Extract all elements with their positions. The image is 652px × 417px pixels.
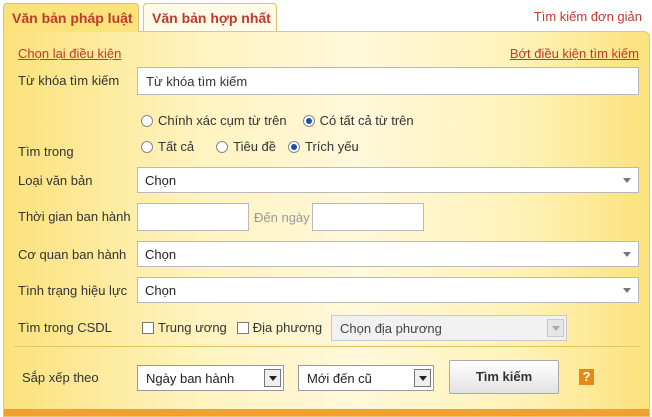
doc-type-value: Chọn: [145, 173, 177, 188]
sort-label: Sắp xếp theo: [22, 370, 99, 385]
search-button[interactable]: Tìm kiếm: [449, 360, 559, 394]
issue-date-from-input[interactable]: [137, 203, 249, 231]
search-in-summary-option[interactable]: Trích yếu: [288, 139, 359, 154]
search-in-title-option[interactable]: Tiêu đề: [216, 139, 276, 154]
bottom-bar: [4, 409, 649, 416]
search-in-summary-radio[interactable]: [288, 140, 301, 153]
database-local-label: Địa phương: [252, 320, 323, 335]
database-label: Tìm trong CSDL: [18, 320, 112, 335]
database-central-label: Trung ương: [158, 320, 227, 335]
search-in-title-radio[interactable]: [216, 140, 229, 153]
search-in-all-option[interactable]: Tất cả: [141, 139, 194, 154]
reset-conditions-link[interactable]: Chọn lại điều kiện: [18, 46, 121, 61]
database-central-option[interactable]: Trung ương: [142, 320, 227, 335]
tab-legal-documents[interactable]: Văn bản pháp luật: [3, 3, 139, 32]
search-in-all-radio[interactable]: [141, 140, 153, 153]
match-exact-option[interactable]: Chính xác cụm từ trên: [141, 113, 287, 128]
tab-consolidated-documents-label: Văn bản hợp nhất: [152, 10, 271, 26]
search-in-all-label: Tất cả: [158, 139, 195, 154]
search-in-group: Tất cả Tiêu đề Trích yếu: [141, 139, 371, 154]
advanced-search-panel: Chọn lại điều kiện Bớt điều kiện tìm kiế…: [3, 31, 650, 417]
sort-order-value: Mới đến cũ: [307, 371, 372, 386]
match-exact-radio[interactable]: [141, 114, 153, 127]
issue-date-to-placeholder: Đến ngày: [254, 210, 310, 225]
issuing-agency-select[interactable]: Chọn: [137, 241, 639, 267]
issue-date-to-input[interactable]: [312, 203, 424, 231]
match-all-radio[interactable]: [302, 114, 315, 127]
chevron-down-icon: [623, 252, 631, 257]
chevron-down-icon: [264, 369, 281, 387]
keyword-label: Từ khóa tìm kiếm: [18, 73, 120, 88]
help-icon[interactable]: ?: [579, 369, 594, 385]
status-label: Tình trạng hiệu lực: [18, 283, 128, 298]
chevron-down-icon: [414, 369, 431, 387]
keyword-input[interactable]: Từ khóa tìm kiếm: [137, 67, 639, 95]
tab-legal-documents-label: Văn bản pháp luật: [12, 10, 133, 26]
sort-field-select[interactable]: Ngày ban hành: [137, 365, 284, 391]
chevron-down-icon: [547, 319, 564, 337]
database-group: Trung ương Địa phương: [142, 320, 334, 335]
search-in-title-label: Tiêu đề: [233, 139, 277, 154]
match-mode-group: Chính xác cụm từ trên Có tất cả từ trên: [141, 113, 426, 128]
sort-field-value: Ngày ban hành: [146, 371, 235, 386]
chevron-down-icon: [623, 288, 631, 293]
sort-order-select[interactable]: Mới đến cũ: [298, 365, 434, 391]
issuing-agency-value: Chọn: [145, 247, 177, 262]
divider: [14, 346, 639, 347]
database-central-checkbox[interactable]: [142, 321, 154, 334]
status-value: Chọn: [145, 283, 177, 298]
keyword-input-placeholder: Từ khóa tìm kiếm: [146, 74, 248, 89]
doc-type-label: Loại văn bản: [18, 173, 93, 188]
issue-date-label: Thời gian ban hành: [18, 209, 131, 224]
search-in-label: Tìm trong: [18, 144, 74, 159]
local-area-value: Chọn địa phương: [340, 321, 442, 336]
match-all-label: Có tất cả từ trên: [319, 113, 414, 128]
tab-consolidated-documents[interactable]: Văn bản hợp nhất: [143, 3, 277, 31]
database-local-option[interactable]: Địa phương: [236, 320, 323, 335]
search-in-summary-label: Trích yếu: [305, 139, 359, 154]
local-area-select[interactable]: Chọn địa phương: [331, 315, 567, 341]
match-all-option[interactable]: Có tất cả từ trên: [302, 113, 414, 128]
doc-type-select[interactable]: Chọn: [137, 167, 639, 193]
chevron-down-icon: [623, 178, 631, 183]
status-select[interactable]: Chọn: [137, 277, 639, 303]
simple-search-link[interactable]: Tìm kiếm đơn giản: [534, 9, 642, 24]
match-exact-label: Chính xác cụm từ trên: [158, 113, 287, 128]
issuing-agency-label: Cơ quan ban hành: [18, 247, 127, 262]
fewer-conditions-link[interactable]: Bớt điều kiện tìm kiếm: [510, 46, 639, 61]
database-local-checkbox[interactable]: [236, 321, 249, 334]
